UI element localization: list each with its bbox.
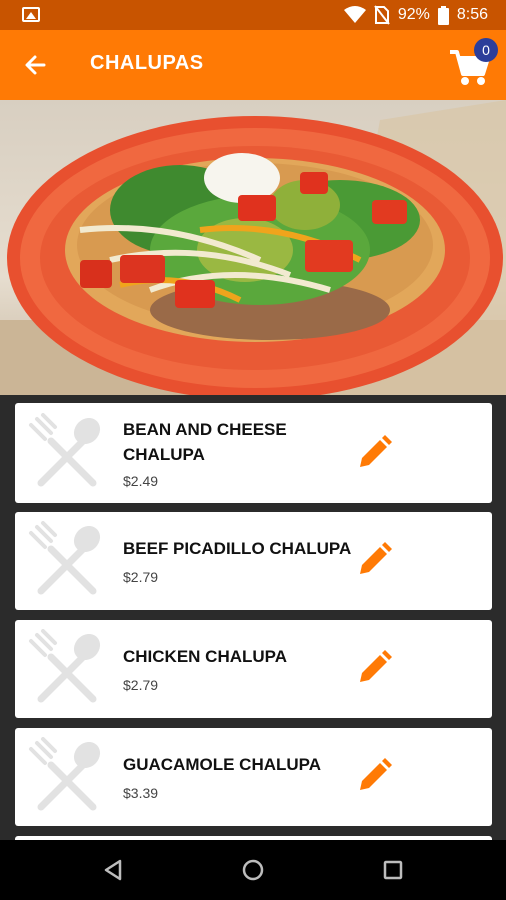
nav-back-button[interactable] xyxy=(102,858,126,882)
arrow-left-icon xyxy=(25,55,46,75)
hero-image xyxy=(0,100,506,395)
nav-recents-button[interactable] xyxy=(381,858,405,882)
menu-item-price: $3.39 xyxy=(123,785,159,801)
status-bar: 92% 8:56 xyxy=(0,0,506,30)
back-button[interactable] xyxy=(20,50,50,80)
menu-item-price: $2.79 xyxy=(123,677,159,693)
back-triangle-icon xyxy=(104,859,122,881)
battery-icon xyxy=(437,5,449,25)
edit-button[interactable] xyxy=(356,542,392,578)
fork-spoon-icon xyxy=(27,521,107,601)
no-sim-icon xyxy=(374,5,390,25)
menu-item-name: BEAN AND CHEESE CHALUPA xyxy=(123,420,287,464)
menu-list: BEAN AND CHEESE CHALUPA $2.49 BEEF PICAD… xyxy=(0,395,506,840)
menu-item-name: CHICKEN CHALUPA xyxy=(123,647,288,666)
menu-item-card[interactable]: BEEF PICADILLO CHALUPA $2.79 xyxy=(15,512,492,610)
wifi-icon xyxy=(343,6,366,23)
menu-item-name: BEEF PICADILLO CHALUPA xyxy=(123,539,352,558)
app-bar: CHALUPAS 0 xyxy=(0,30,506,100)
status-right: 92% 8:56 xyxy=(343,5,488,25)
system-nav-bar xyxy=(0,840,506,900)
pencil-edit-icon xyxy=(360,758,392,790)
fork-spoon-icon xyxy=(27,737,107,817)
cart-count-badge: 0 xyxy=(474,38,498,62)
edit-button[interactable] xyxy=(356,435,392,471)
menu-item-name: GUACAMOLE CHALUPA xyxy=(123,755,322,774)
menu-item-card[interactable]: CHICKEN CHALUPA $2.79 xyxy=(15,620,492,718)
menu-item-card[interactable]: BEAN AND CHEESE CHALUPA $2.49 xyxy=(15,403,492,503)
cart-button[interactable]: 0 xyxy=(448,38,498,88)
image-icon xyxy=(22,7,40,22)
fork-spoon-icon xyxy=(27,413,107,493)
edit-button[interactable] xyxy=(356,650,392,686)
battery-percent: 92% xyxy=(397,6,430,23)
pencil-edit-icon xyxy=(360,542,392,574)
menu-item-price: $2.49 xyxy=(123,473,159,489)
menu-item-card[interactable]: GUACAMOLE CHALUPA $3.39 xyxy=(15,728,492,826)
chalupa-plate-photo xyxy=(0,100,506,395)
clock: 8:56 xyxy=(456,6,488,23)
pencil-edit-icon xyxy=(360,650,392,682)
menu-item-price: $2.79 xyxy=(123,569,159,585)
nav-home-button[interactable] xyxy=(241,858,265,882)
recents-square-icon xyxy=(383,860,403,880)
pencil-edit-icon xyxy=(360,435,392,467)
edit-button[interactable] xyxy=(356,758,392,794)
page-title: CHALUPAS xyxy=(90,52,204,74)
fork-spoon-icon xyxy=(27,629,107,709)
home-circle-icon xyxy=(242,859,264,881)
